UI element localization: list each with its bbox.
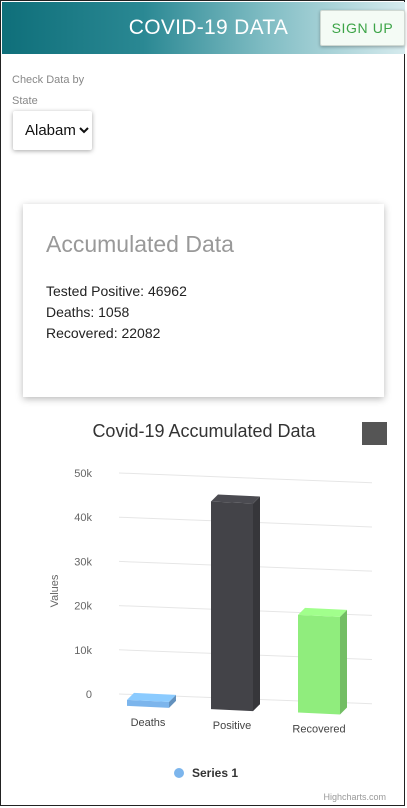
- bar-deaths[interactable]: [127, 692, 176, 708]
- x-tick-label: Positive: [213, 720, 252, 732]
- chart-credits-link[interactable]: Highcharts.com: [323, 792, 386, 802]
- chart-legend[interactable]: Series 1: [174, 766, 238, 780]
- accumulated-data-chart: Covid-19 Accumulated Data 0 10k 20k 30k 40k 5…: [49, 421, 387, 802]
- bar-side-face: [253, 496, 260, 712]
- state-select[interactable]: Alabama: [13, 111, 92, 150]
- recovered-stat: Recovered: 22082: [46, 325, 161, 341]
- bar-front-face: [298, 614, 340, 715]
- legend-marker: [174, 768, 184, 778]
- y-tick-label: 0: [86, 689, 92, 701]
- chart-bars: [127, 494, 347, 715]
- sign-up-button[interactable]: SIGN UP: [320, 10, 405, 46]
- y-tick-label: 50k: [74, 468, 92, 480]
- accumulated-data-card: Accumulated Data Tested Positive: 46962 …: [23, 204, 384, 397]
- state-filter-label-line1: Check Data by: [12, 74, 85, 86]
- state-filter-label-line2: State: [12, 95, 38, 107]
- tested-positive-stat: Tested Positive: 46962: [46, 283, 187, 299]
- y-tick-label: 10k: [74, 645, 92, 657]
- hamburger-menu-icon[interactable]: [362, 422, 387, 445]
- chart-container: Covid-19 Accumulated Data 0 10k 20k 30k 40k 5…: [2, 408, 405, 804]
- bar-front-face: [211, 501, 253, 712]
- gridline: [118, 472, 373, 484]
- state-filter-label: Check Data by State: [12, 70, 122, 112]
- bar-recovered[interactable]: [298, 607, 347, 715]
- y-axis-ticks: 0 10k 20k 30k 40k 50k: [74, 468, 92, 701]
- x-tick-label: Deaths: [131, 717, 166, 729]
- bar-side-face: [340, 609, 347, 715]
- chart-title: Covid-19 Accumulated Data: [92, 421, 316, 441]
- bar-positive[interactable]: [211, 494, 260, 712]
- x-axis-labels: Deaths Positive Recovered: [131, 717, 346, 736]
- y-tick-label: 40k: [74, 512, 92, 524]
- card-title: Accumulated Data: [46, 231, 234, 257]
- top-header: COVID-19 DATA SIGN UP: [2, 2, 405, 54]
- x-tick-label: Recovered: [292, 723, 345, 735]
- y-tick-label: 20k: [74, 601, 92, 613]
- legend-series-name[interactable]: Series 1: [192, 766, 238, 780]
- deaths-stat: Deaths: 1058: [46, 304, 130, 320]
- y-tick-label: 30k: [74, 556, 92, 568]
- y-axis-title: Values: [49, 574, 61, 607]
